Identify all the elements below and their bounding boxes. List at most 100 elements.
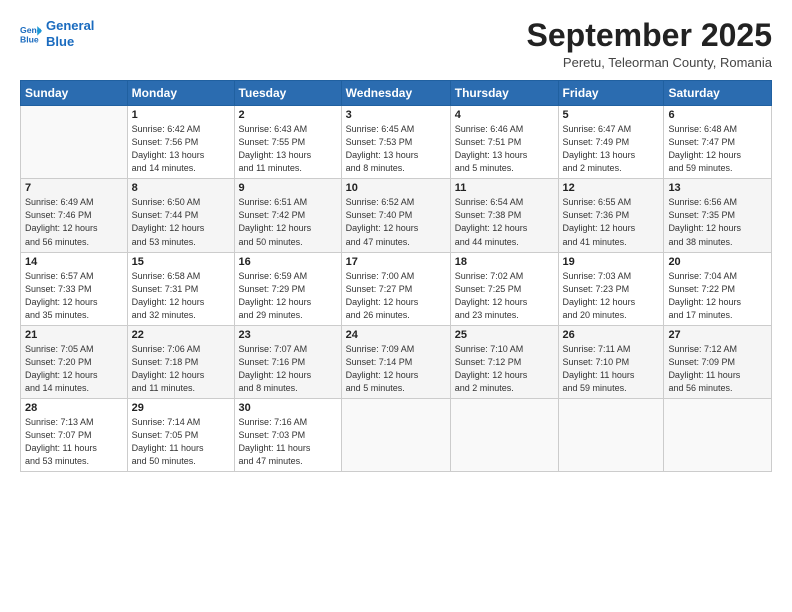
page-header: General Blue GeneralBlue September 2025 … <box>20 18 772 70</box>
calendar-day-cell: 24 Sunrise: 7:09 AM Sunset: 7:14 PM Dayli… <box>341 325 450 398</box>
day-number: 6 <box>668 109 767 121</box>
day-number: 22 <box>132 329 230 341</box>
day-info: Sunrise: 7:07 AM Sunset: 7:16 PM Dayligh… <box>239 343 337 395</box>
calendar-week-row: 7 Sunrise: 6:49 AM Sunset: 7:46 PM Daylig… <box>21 179 772 252</box>
day-info: Sunrise: 6:59 AM Sunset: 7:29 PM Dayligh… <box>239 270 337 322</box>
day-header-sunday: Sunday <box>21 81 128 106</box>
day-number: 4 <box>455 109 554 121</box>
day-number: 18 <box>455 256 554 268</box>
day-number: 1 <box>132 109 230 121</box>
day-info: Sunrise: 7:00 AM Sunset: 7:27 PM Dayligh… <box>346 270 446 322</box>
day-number: 27 <box>668 329 767 341</box>
day-number: 11 <box>455 182 554 194</box>
calendar-day-cell: 15 Sunrise: 6:58 AM Sunset: 7:31 PM Dayli… <box>127 252 234 325</box>
calendar-day-cell: 25 Sunrise: 7:10 AM Sunset: 7:12 PM Dayli… <box>450 325 558 398</box>
day-info: Sunrise: 6:47 AM Sunset: 7:49 PM Dayligh… <box>563 123 660 175</box>
day-info: Sunrise: 6:43 AM Sunset: 7:55 PM Dayligh… <box>239 123 337 175</box>
day-number: 20 <box>668 256 767 268</box>
logo-icon: General Blue <box>20 23 42 45</box>
calendar-day-cell: 13 Sunrise: 6:56 AM Sunset: 7:35 PM Dayli… <box>664 179 772 252</box>
day-number: 29 <box>132 402 230 414</box>
day-info: Sunrise: 7:14 AM Sunset: 7:05 PM Dayligh… <box>132 416 230 468</box>
calendar-day-cell <box>341 398 450 471</box>
day-info: Sunrise: 7:03 AM Sunset: 7:23 PM Dayligh… <box>563 270 660 322</box>
day-info: Sunrise: 6:54 AM Sunset: 7:38 PM Dayligh… <box>455 196 554 248</box>
day-info: Sunrise: 6:48 AM Sunset: 7:47 PM Dayligh… <box>668 123 767 175</box>
day-number: 12 <box>563 182 660 194</box>
calendar-day-cell: 12 Sunrise: 6:55 AM Sunset: 7:36 PM Dayli… <box>558 179 664 252</box>
day-info: Sunrise: 6:50 AM Sunset: 7:44 PM Dayligh… <box>132 196 230 248</box>
day-info: Sunrise: 6:58 AM Sunset: 7:31 PM Dayligh… <box>132 270 230 322</box>
day-number: 24 <box>346 329 446 341</box>
calendar-day-cell: 2Sunrise: 6:43 AM Sunset: 7:55 PM Daylig… <box>234 106 341 179</box>
calendar-day-cell <box>664 398 772 471</box>
calendar-day-cell: 29 Sunrise: 7:14 AM Sunset: 7:05 PM Dayli… <box>127 398 234 471</box>
logo: General Blue GeneralBlue <box>20 18 94 49</box>
day-number: 28 <box>25 402 123 414</box>
day-info: Sunrise: 7:13 AM Sunset: 7:07 PM Dayligh… <box>25 416 123 468</box>
day-info: Sunrise: 7:02 AM Sunset: 7:25 PM Dayligh… <box>455 270 554 322</box>
calendar-week-row: 21Sunrise: 7:05 AM Sunset: 7:20 PM Dayli… <box>21 325 772 398</box>
day-info: Sunrise: 6:57 AM Sunset: 7:33 PM Dayligh… <box>25 270 123 322</box>
day-info: Sunrise: 7:06 AM Sunset: 7:18 PM Dayligh… <box>132 343 230 395</box>
title-block: September 2025 Peretu, Teleorman County,… <box>527 18 772 70</box>
day-info: Sunrise: 6:49 AM Sunset: 7:46 PM Dayligh… <box>25 196 123 248</box>
calendar-day-cell: 28 Sunrise: 7:13 AM Sunset: 7:07 PM Dayli… <box>21 398 128 471</box>
calendar-day-cell: 7 Sunrise: 6:49 AM Sunset: 7:46 PM Daylig… <box>21 179 128 252</box>
month-title: September 2025 <box>527 18 772 53</box>
calendar-day-cell: 1Sunrise: 6:42 AM Sunset: 7:56 PM Daylig… <box>127 106 234 179</box>
calendar-day-cell: 23 Sunrise: 7:07 AM Sunset: 7:16 PM Dayli… <box>234 325 341 398</box>
day-info: Sunrise: 7:16 AM Sunset: 7:03 PM Dayligh… <box>239 416 337 468</box>
calendar-day-cell: 4 Sunrise: 6:46 AM Sunset: 7:51 PM Daylig… <box>450 106 558 179</box>
day-info: Sunrise: 7:04 AM Sunset: 7:22 PM Dayligh… <box>668 270 767 322</box>
calendar-day-cell: 20 Sunrise: 7:04 AM Sunset: 7:22 PM Dayli… <box>664 252 772 325</box>
day-header-thursday: Thursday <box>450 81 558 106</box>
day-number: 3 <box>346 109 446 121</box>
calendar-day-cell: 6 Sunrise: 6:48 AM Sunset: 7:47 PM Daylig… <box>664 106 772 179</box>
day-number: 14 <box>25 256 123 268</box>
calendar-day-cell <box>21 106 128 179</box>
calendar-day-cell: 9Sunrise: 6:51 AM Sunset: 7:42 PM Daylig… <box>234 179 341 252</box>
day-info: Sunrise: 6:51 AM Sunset: 7:42 PM Dayligh… <box>239 196 337 248</box>
day-number: 21 <box>25 329 123 341</box>
day-number: 19 <box>563 256 660 268</box>
day-number: 17 <box>346 256 446 268</box>
calendar-day-cell: 26 Sunrise: 7:11 AM Sunset: 7:10 PM Dayli… <box>558 325 664 398</box>
calendar-day-cell: 16Sunrise: 6:59 AM Sunset: 7:29 PM Dayli… <box>234 252 341 325</box>
calendar-day-cell: 22 Sunrise: 7:06 AM Sunset: 7:18 PM Dayli… <box>127 325 234 398</box>
logo-text: GeneralBlue <box>46 18 94 49</box>
calendar-day-cell: 10Sunrise: 6:52 AM Sunset: 7:40 PM Dayli… <box>341 179 450 252</box>
day-header-wednesday: Wednesday <box>341 81 450 106</box>
calendar-day-cell: 18 Sunrise: 7:02 AM Sunset: 7:25 PM Dayli… <box>450 252 558 325</box>
day-info: Sunrise: 6:56 AM Sunset: 7:35 PM Dayligh… <box>668 196 767 248</box>
day-info: Sunrise: 7:10 AM Sunset: 7:12 PM Dayligh… <box>455 343 554 395</box>
calendar-day-cell: 11 Sunrise: 6:54 AM Sunset: 7:38 PM Dayli… <box>450 179 558 252</box>
day-info: Sunrise: 7:09 AM Sunset: 7:14 PM Dayligh… <box>346 343 446 395</box>
calendar-table: SundayMondayTuesdayWednesdayThursdayFrid… <box>20 80 772 472</box>
day-info: Sunrise: 6:55 AM Sunset: 7:36 PM Dayligh… <box>563 196 660 248</box>
calendar-day-cell: 27Sunrise: 7:12 AM Sunset: 7:09 PM Dayli… <box>664 325 772 398</box>
day-info: Sunrise: 6:52 AM Sunset: 7:40 PM Dayligh… <box>346 196 446 248</box>
calendar-header-row: SundayMondayTuesdayWednesdayThursdayFrid… <box>21 81 772 106</box>
day-header-saturday: Saturday <box>664 81 772 106</box>
calendar-day-cell: 5Sunrise: 6:47 AM Sunset: 7:49 PM Daylig… <box>558 106 664 179</box>
day-info: Sunrise: 6:46 AM Sunset: 7:51 PM Dayligh… <box>455 123 554 175</box>
calendar-day-cell: 8Sunrise: 6:50 AM Sunset: 7:44 PM Daylig… <box>127 179 234 252</box>
day-number: 25 <box>455 329 554 341</box>
day-number: 15 <box>132 256 230 268</box>
calendar-day-cell: 17 Sunrise: 7:00 AM Sunset: 7:27 PM Dayli… <box>341 252 450 325</box>
calendar-week-row: 14 Sunrise: 6:57 AM Sunset: 7:33 PM Dayli… <box>21 252 772 325</box>
day-number: 7 <box>25 182 123 194</box>
calendar-week-row: 28 Sunrise: 7:13 AM Sunset: 7:07 PM Dayli… <box>21 398 772 471</box>
calendar-day-cell: 14 Sunrise: 6:57 AM Sunset: 7:33 PM Dayli… <box>21 252 128 325</box>
day-header-tuesday: Tuesday <box>234 81 341 106</box>
day-number: 13 <box>668 182 767 194</box>
day-number: 26 <box>563 329 660 341</box>
day-number: 30 <box>239 402 337 414</box>
day-info: Sunrise: 7:11 AM Sunset: 7:10 PM Dayligh… <box>563 343 660 395</box>
calendar-day-cell: 30 Sunrise: 7:16 AM Sunset: 7:03 PM Dayli… <box>234 398 341 471</box>
day-header-friday: Friday <box>558 81 664 106</box>
calendar-week-row: 1Sunrise: 6:42 AM Sunset: 7:56 PM Daylig… <box>21 106 772 179</box>
day-info: Sunrise: 6:45 AM Sunset: 7:53 PM Dayligh… <box>346 123 446 175</box>
day-number: 23 <box>239 329 337 341</box>
